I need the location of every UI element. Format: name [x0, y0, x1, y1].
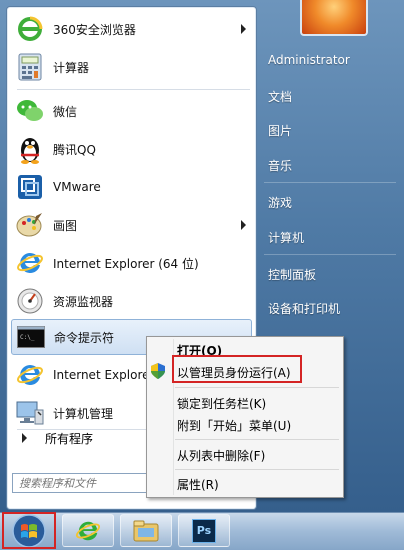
right-item-administrator[interactable]: Administrator — [268, 53, 350, 67]
internet-explorer-icon — [15, 360, 45, 390]
taskbar-file-explorer[interactable] — [120, 514, 172, 547]
program-paint[interactable]: 画图 — [11, 207, 252, 243]
user-avatar[interactable] — [300, 0, 368, 36]
right-item-pictures[interactable]: 图片 — [268, 122, 292, 139]
program-label: VMware — [53, 180, 101, 194]
chevron-right-icon — [22, 433, 27, 443]
right-item-control-panel[interactable]: 控制面板 — [268, 266, 316, 283]
right-item-music[interactable]: 音乐 — [268, 157, 292, 174]
context-item-pin-start[interactable]: 附到「开始」菜单(U) — [177, 417, 291, 434]
start-highlight-box — [2, 512, 56, 549]
program-wechat[interactable]: 微信 — [11, 93, 252, 129]
program-label: 计算机管理 — [53, 406, 114, 421]
program-360-browser[interactable]: 360安全浏览器 — [11, 11, 252, 47]
divider — [17, 89, 250, 90]
program-label: Internet Explorer (64 位) — [53, 256, 199, 271]
right-divider — [264, 182, 396, 183]
program-label: 画图 — [53, 218, 78, 233]
program-qq[interactable]: 腾讯QQ — [11, 131, 252, 167]
submenu-arrow-icon[interactable] — [241, 24, 246, 34]
paint-icon — [15, 210, 45, 240]
program-label: 360安全浏览器 — [53, 22, 136, 37]
command-prompt-icon: C:\_ — [16, 322, 46, 352]
right-item-documents[interactable]: 文档 — [268, 88, 292, 105]
program-label: 命令提示符 — [54, 330, 115, 345]
photoshop-icon: Ps — [192, 518, 216, 543]
menu-divider — [175, 439, 339, 440]
program-label: 计算器 — [53, 60, 90, 75]
program-calculator[interactable]: 计算器 — [11, 49, 252, 85]
360-browser-icon — [15, 14, 45, 44]
context-item-properties[interactable]: 属性(R) — [177, 476, 219, 493]
context-item-remove[interactable]: 从列表中删除(F) — [177, 447, 265, 464]
menu-divider — [175, 387, 339, 388]
menu-divider — [175, 469, 339, 470]
program-label: 资源监视器 — [53, 294, 114, 309]
internet-explorer-icon — [75, 521, 101, 540]
right-item-devices-printers[interactable]: 设备和打印机 — [268, 300, 340, 317]
highlight-box — [172, 355, 302, 383]
wechat-icon — [15, 96, 45, 126]
program-vmware[interactable]: VMware — [11, 169, 252, 205]
program-resource-monitor[interactable]: 资源监视器 — [11, 283, 252, 319]
calculator-icon — [15, 52, 45, 82]
submenu-arrow-icon[interactable] — [241, 220, 246, 230]
resource-monitor-icon — [15, 286, 45, 316]
program-label: Internet Explorer — [53, 368, 155, 382]
program-label: 微信 — [53, 104, 78, 119]
program-label: 腾讯QQ — [53, 142, 96, 157]
program-internet-explorer-64[interactable]: Internet Explorer (64 位) — [11, 245, 252, 281]
right-divider — [264, 254, 396, 255]
vmware-icon — [15, 172, 45, 202]
all-programs-label: 所有程序 — [45, 431, 94, 446]
taskbar-photoshop[interactable]: Ps — [178, 514, 230, 547]
internet-explorer-icon — [15, 248, 45, 278]
svg-text:C:\_: C:\_ — [20, 334, 35, 341]
qq-penguin-icon — [15, 134, 45, 164]
folder-icon — [133, 520, 159, 541]
right-item-games[interactable]: 游戏 — [268, 194, 292, 211]
right-item-computer[interactable]: 计算机 — [268, 229, 304, 246]
taskbar-internet-explorer[interactable] — [62, 514, 114, 547]
context-item-pin-taskbar[interactable]: 锁定到任务栏(K) — [177, 395, 266, 412]
uac-shield-icon — [151, 363, 165, 379]
